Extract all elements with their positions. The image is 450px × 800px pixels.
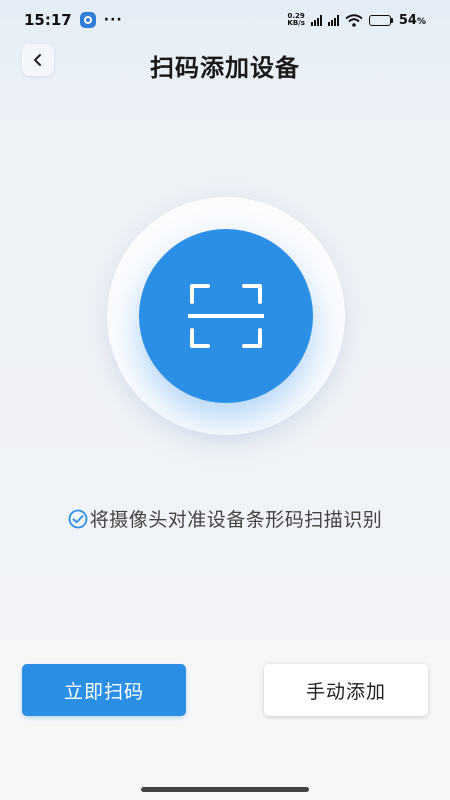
hint-text: 将摄像头对准设备条形码扫描识别 xyxy=(89,509,383,531)
scan-circle-button[interactable] xyxy=(139,229,313,403)
scan-now-button[interactable]: 立即扫码 xyxy=(22,664,186,716)
network-speed: 0.29 KB/s xyxy=(287,13,304,27)
battery-icon xyxy=(368,14,393,26)
signal-icon xyxy=(310,14,322,26)
network-speed-unit: KB/s xyxy=(287,19,305,27)
status-right: 0.29 KB/s 54% xyxy=(287,13,426,28)
status-time: 15:17 xyxy=(24,11,72,29)
scan-frame-icon xyxy=(188,284,264,348)
wifi-icon xyxy=(345,13,363,27)
status-bar: 15:17 ··· 0.29 KB/s 54% xyxy=(0,0,450,40)
home-indicator[interactable] xyxy=(141,787,309,792)
app-notification-icon xyxy=(79,12,96,28)
page-title: 扫码添加设备 xyxy=(150,54,300,82)
check-circle-icon xyxy=(68,509,88,528)
manual-add-button[interactable]: 手动添加 xyxy=(264,664,428,716)
signal-icon-2 xyxy=(327,14,339,26)
more-notifications-icon: ··· xyxy=(103,12,123,28)
status-left: 15:17 ··· xyxy=(24,11,123,29)
battery-percent: 54% xyxy=(398,12,426,28)
scan-hint: 将摄像头对准设备条形码扫描识别 xyxy=(0,505,450,532)
